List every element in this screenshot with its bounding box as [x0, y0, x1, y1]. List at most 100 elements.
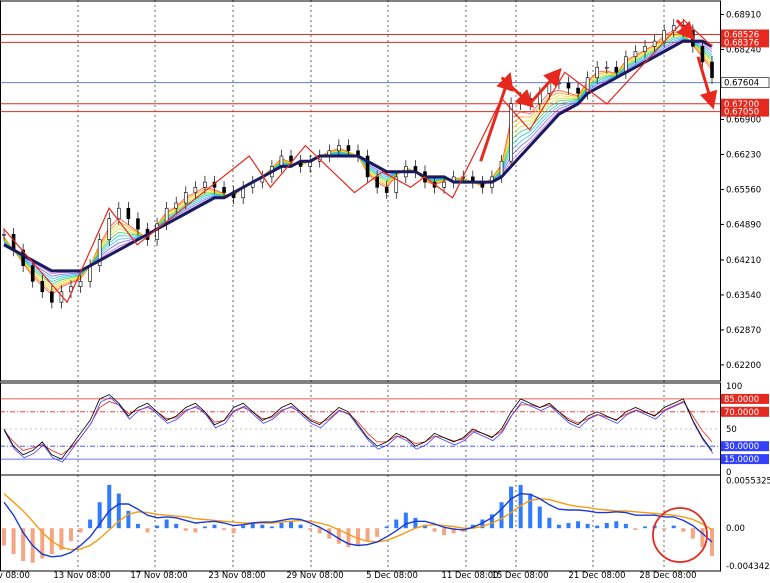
candle-body: [624, 56, 628, 73]
macd-histogram-bar: [164, 519, 169, 529]
candle-body: [88, 265, 92, 282]
time-tick-label: 23 Nov 08:00: [208, 571, 265, 581]
stoch-tick-label: 100: [726, 382, 742, 392]
level-label: 0.67050: [724, 108, 759, 118]
candle-body: [136, 218, 140, 230]
stoch-level-label: 30.0000: [724, 442, 759, 452]
macd-histogram-bar: [289, 521, 294, 529]
macd-histogram-bar: [403, 512, 408, 529]
stoch-tick-label: 50: [726, 425, 737, 435]
price-panel: [0, 19, 720, 309]
panel-frame-0: [0, 0, 721, 382]
macd-histogram-bar: [298, 524, 303, 529]
time-tick-label: 11 Dec 08:00: [441, 571, 498, 581]
candle-body: [643, 46, 647, 52]
stoch-level-label: 85.0000: [724, 395, 759, 405]
macd-histogram-bar: [576, 521, 581, 529]
macd-histogram-bar: [308, 528, 313, 530]
candle-body: [203, 181, 207, 188]
chart-canvas: 0.689100.682400.675700.669000.662300.655…: [0, 0, 770, 581]
macd-histogram-bar: [671, 525, 676, 529]
candle-body: [50, 291, 54, 303]
candle-body: [442, 181, 446, 188]
price-tick-label: 0.62870: [726, 326, 761, 336]
macd-histogram-bar: [174, 523, 179, 529]
stoch-d-line: [3, 400, 713, 456]
macd-panel: [2, 484, 714, 563]
macd-histogram-bar: [528, 493, 533, 529]
macd-histogram-bar: [394, 519, 399, 529]
chart-window: 0.689100.682400.675700.669000.662300.655…: [0, 0, 770, 583]
macd-tick-label: 0.0055325: [726, 476, 770, 486]
macd-histogram-bar: [78, 528, 83, 533]
candle-body: [604, 66, 609, 69]
macd-tick-label: -0.0043426: [726, 562, 770, 572]
price-axis: 0.689100.682400.675700.669000.662300.655…: [0, 0, 770, 572]
macd-histogram-bar: [88, 519, 93, 529]
time-tick-label: 13 Nov 08:00: [53, 571, 110, 581]
candle-body: [289, 155, 293, 162]
candle-body: [346, 145, 351, 152]
candle-body: [576, 87, 580, 94]
vertical-gridlines: [0, 0, 665, 570]
candle-body: [337, 145, 341, 152]
macd-histogram-bar: [595, 525, 600, 529]
macd-histogram-bar: [566, 523, 571, 529]
time-tick-label: 28 Dec 08:00: [639, 571, 696, 581]
candle-body: [78, 281, 83, 287]
candle-body: [375, 176, 379, 188]
current-price-label: 0.67604: [724, 79, 759, 89]
candle-body: [126, 207, 131, 219]
candle-body: [193, 187, 198, 193]
candle-body: [174, 202, 179, 209]
candle-body: [183, 192, 188, 204]
candle-body: [155, 223, 159, 240]
candle-body: [595, 66, 599, 78]
time-axis: 7 Nov 08:00 13 Nov 08:00 17 Nov 08:00 23 No…: [0, 571, 697, 581]
macd-histogram-bar: [68, 528, 73, 542]
macd-histogram-bar: [193, 528, 198, 533]
candle-body: [614, 66, 619, 73]
stoch-level-label: 15.0000: [724, 455, 759, 465]
candle-body: [566, 82, 571, 89]
macd-histogram-bar: [556, 524, 561, 529]
macd-histogram-bar: [384, 526, 389, 529]
macd-histogram-bar: [202, 526, 207, 529]
candle-body: [518, 98, 523, 105]
trend-arrow: [696, 56, 718, 110]
candle-body: [700, 46, 705, 63]
candle-body: [2, 234, 6, 236]
price-tick-label: 0.68910: [726, 10, 761, 20]
macd-histogram-bar: [260, 524, 265, 529]
macd-histogram-bar: [662, 528, 667, 530]
macd-histogram-bar: [585, 523, 590, 529]
macd-histogram-bar: [547, 517, 552, 529]
candle-body: [633, 51, 638, 58]
macd-histogram-bar: [317, 528, 322, 534]
candle-body: [30, 265, 35, 282]
macd-histogram-bar: [269, 526, 274, 529]
macd-histogram-bar: [212, 524, 217, 529]
price-tick-label: 0.64210: [726, 256, 761, 266]
macd-histogram-bar: [623, 523, 628, 529]
macd-histogram-bar: [614, 521, 619, 529]
price-tick-label: 0.65560: [726, 185, 761, 195]
macd-histogram-bar: [222, 528, 227, 530]
macd-histogram-bar: [145, 528, 150, 533]
macd-histogram-bar: [155, 525, 160, 529]
macd-histogram-bar: [499, 502, 504, 529]
macd-histogram-bar: [710, 528, 714, 556]
macd-histogram-bar: [604, 523, 609, 529]
macd-histogram-bar: [681, 528, 686, 532]
time-tick-label: 5 Dec 08:00: [366, 571, 418, 581]
candle-body: [40, 281, 45, 293]
candle-body: [652, 40, 657, 47]
price-tick-label: 0.64890: [726, 220, 761, 230]
stoch-level-label: 70.0000: [724, 408, 759, 418]
candle-body: [585, 77, 590, 94]
macd-histogram-bar: [413, 517, 418, 529]
level-label: 0.68376: [724, 38, 759, 48]
macd-histogram-bar: [107, 484, 112, 529]
macd-histogram-bar: [375, 528, 380, 537]
macd-histogram-bar: [633, 528, 638, 530]
